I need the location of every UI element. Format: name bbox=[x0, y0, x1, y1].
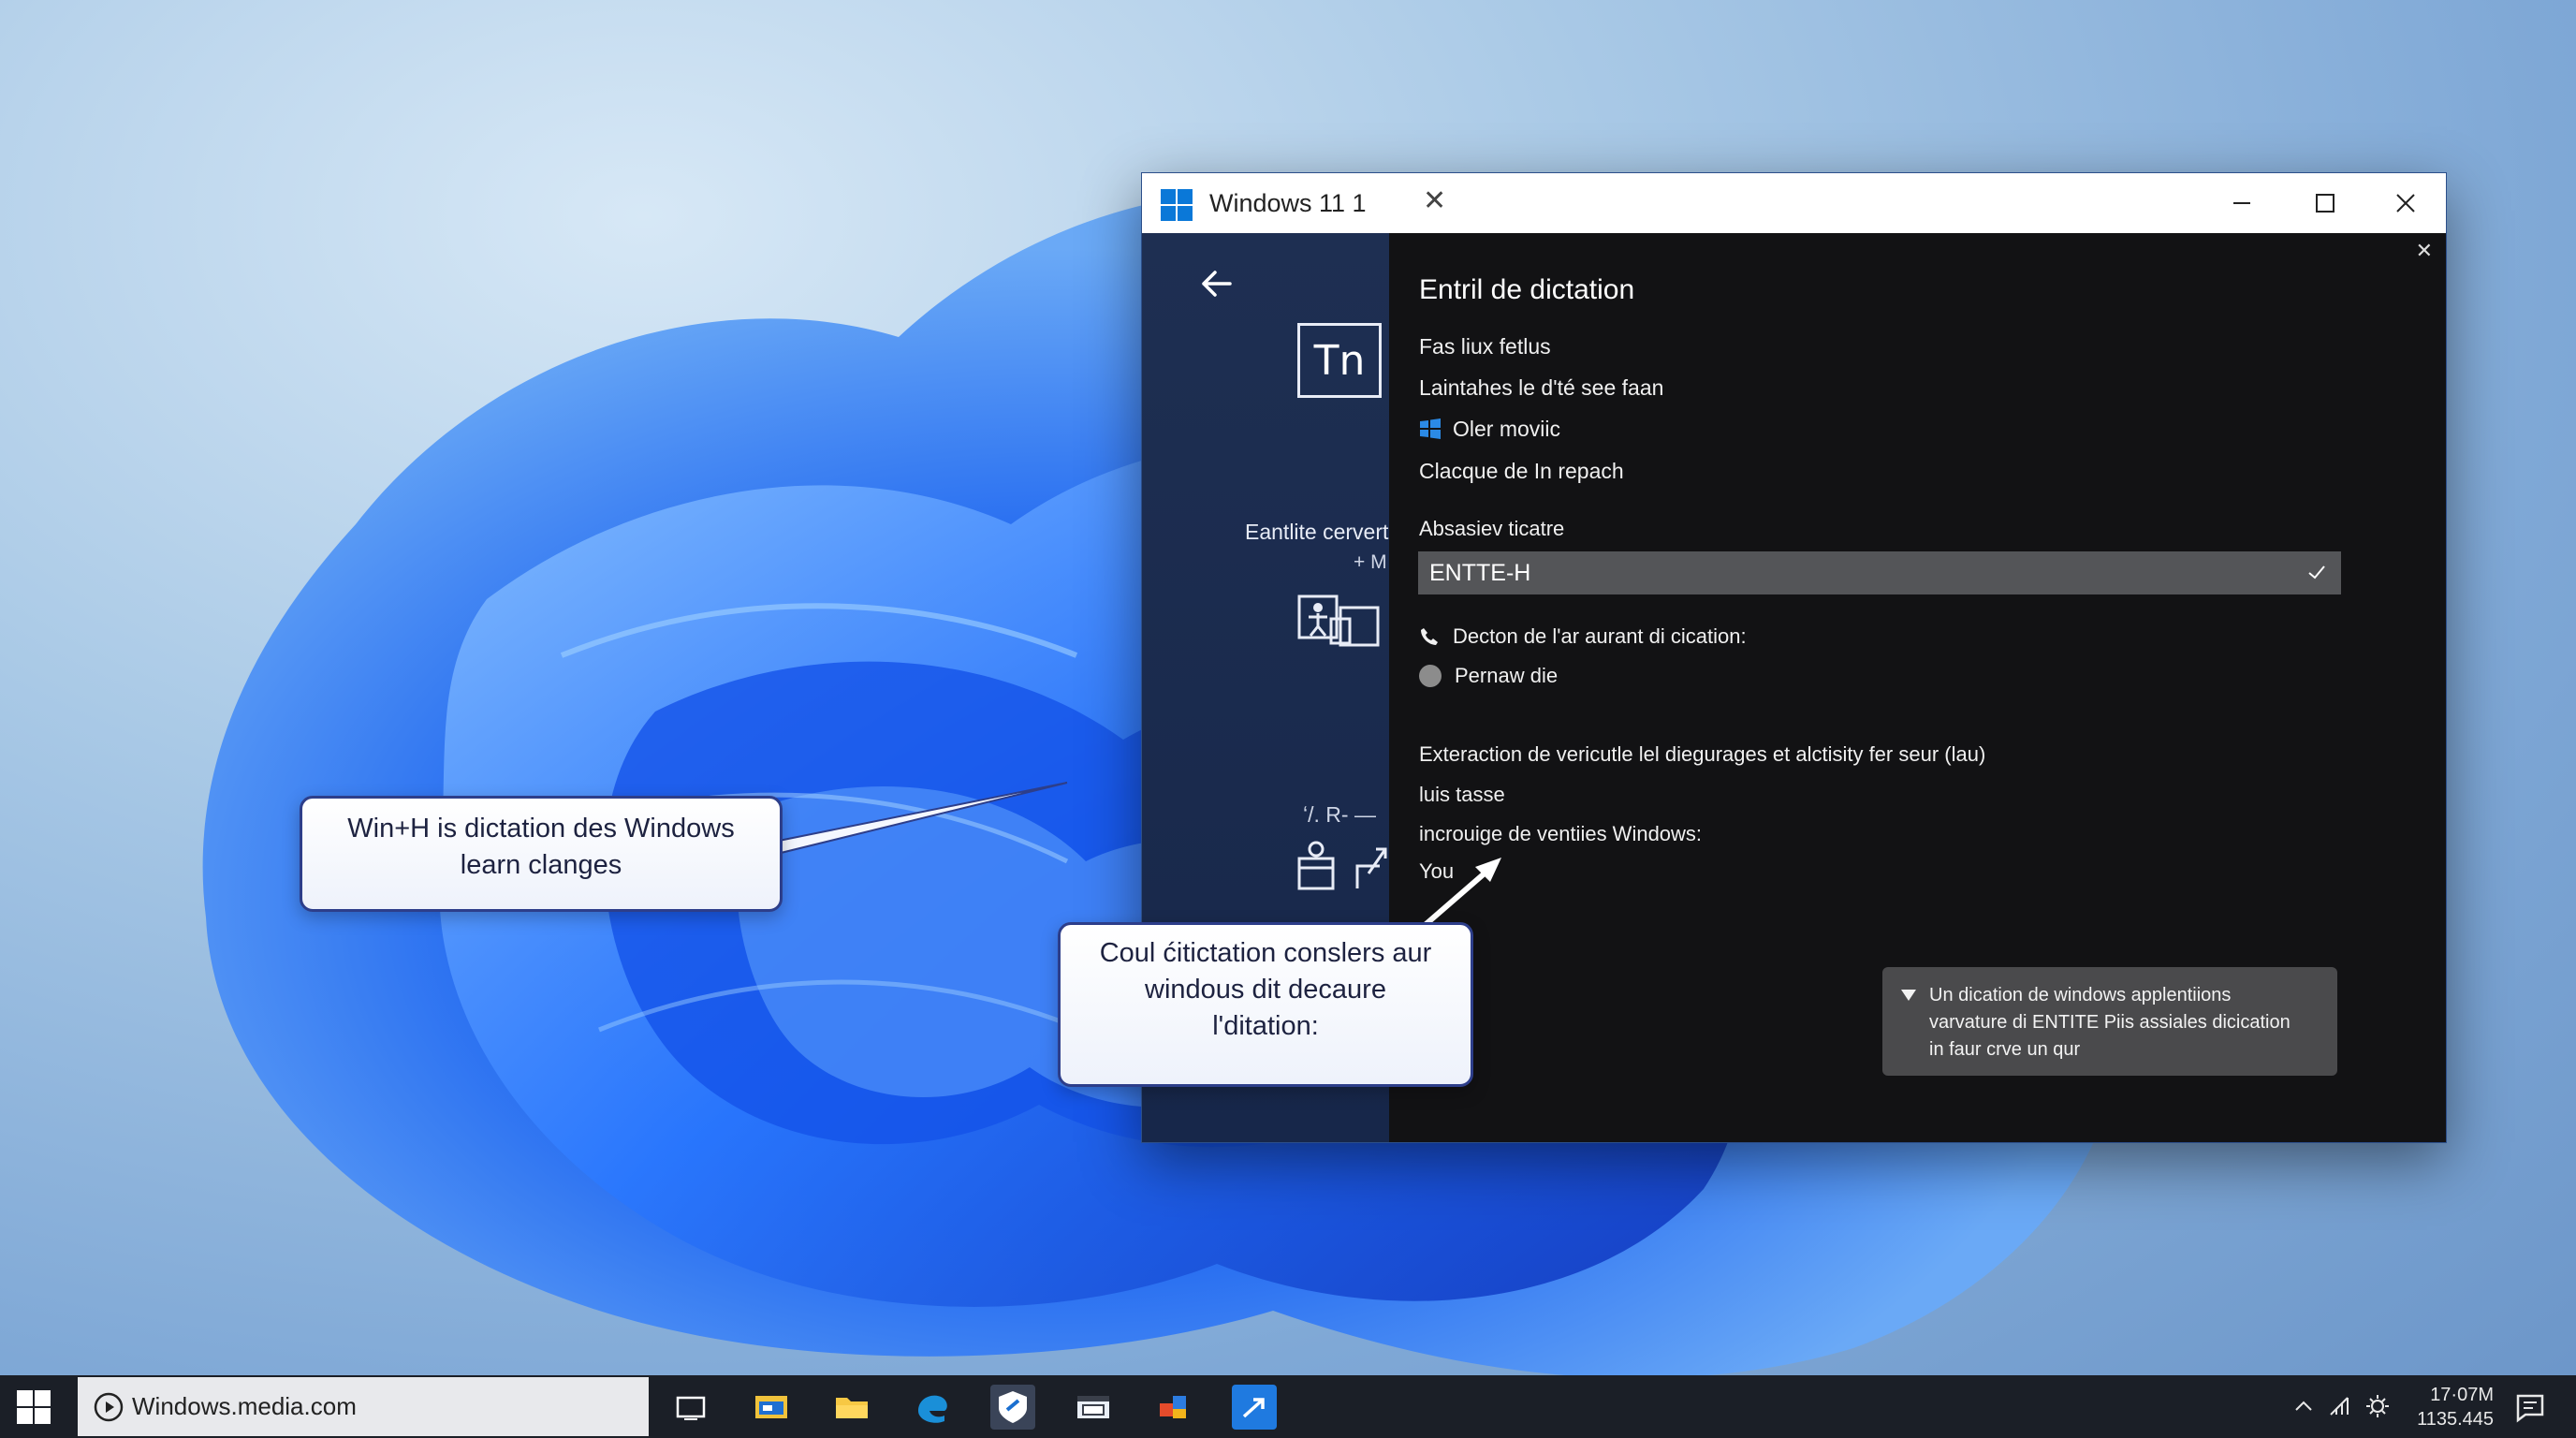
phone-option-label: Decton de l'ar aurant di cication: bbox=[1453, 624, 1747, 648]
info-line-1: Un dication de windows applentiions bbox=[1929, 985, 2232, 1005]
tools-app-button[interactable] bbox=[1151, 1385, 1196, 1430]
checkmark-icon bbox=[2308, 565, 2325, 580]
clock-time: 17·07M bbox=[2430, 1385, 2494, 1405]
system-tray bbox=[2293, 1392, 2391, 1420]
info-line-3: in faur crve un qur bbox=[1929, 1039, 2081, 1060]
maximize-button[interactable] bbox=[2297, 181, 2353, 226]
settings-gear-icon[interactable] bbox=[2364, 1392, 2391, 1420]
shield-app-icon bbox=[999, 1391, 1027, 1423]
callout-dictation: Coul ćitictation conslers aur windous di… bbox=[1058, 922, 1473, 1087]
accessibility-icon[interactable] bbox=[1297, 589, 1383, 654]
phone-icon bbox=[1421, 628, 1438, 645]
callout-win-h: Win+H is dictation des Windows learn cla… bbox=[300, 796, 783, 912]
radio-button[interactable] bbox=[1419, 665, 1442, 687]
device-icons[interactable] bbox=[1295, 840, 1389, 892]
file-explorer-button[interactable] bbox=[829, 1385, 874, 1430]
radio-option-label: Pernaw die bbox=[1455, 664, 1559, 687]
app-tile-icon[interactable]: Tn bbox=[1297, 323, 1382, 398]
clock-date: 1135.445 bbox=[2417, 1409, 2494, 1430]
back-arrow-icon[interactable] bbox=[1198, 267, 1236, 301]
close-icon bbox=[2396, 194, 2415, 213]
taskbar-clock[interactable]: 17·07M 1135.445 bbox=[2396, 1383, 2494, 1431]
callout-dictation-line-3: l'ditation: bbox=[1212, 1011, 1319, 1041]
windows-flag-icon bbox=[1420, 418, 1441, 439]
media-app-button[interactable] bbox=[1071, 1385, 1116, 1430]
network-icon[interactable] bbox=[2327, 1392, 2351, 1420]
shortcut-dropdown-value: ENTTE-H bbox=[1429, 559, 1531, 586]
store-app-button[interactable] bbox=[990, 1385, 1035, 1430]
settings-pane: ✕ Entril de dictation Fas liux fetlus La… bbox=[1389, 233, 2446, 1142]
maximize-icon bbox=[2316, 194, 2334, 213]
extraction-text: Exteraction de vericutle lel diegurages … bbox=[1419, 742, 1986, 766]
browser-icon bbox=[918, 1395, 947, 1423]
info-line-2: varvature di ENTITE Piis assiales dicica… bbox=[1929, 1012, 2291, 1033]
option-item-3[interactable]: Oler moviic bbox=[1419, 417, 1560, 442]
callout-win-h-line-2: learn clanges bbox=[460, 850, 622, 880]
nav-shortcut-label: ʻ/. R- — bbox=[1303, 802, 1376, 827]
notification-center-icon[interactable] bbox=[2512, 1390, 2548, 1426]
shortcut-dropdown[interactable]: ENTTE-H bbox=[1418, 551, 2341, 594]
taskbar: Windows.media.com 17·07M 1135.445 bbox=[0, 1375, 2576, 1438]
folder-window-icon bbox=[755, 1396, 787, 1418]
windows-logo-icon bbox=[1161, 189, 1193, 221]
window-app-icon bbox=[1077, 1396, 1109, 1418]
option-item-2[interactable]: Laintahes le d'té see faan bbox=[1419, 375, 1663, 401]
explorer-taskbar-button[interactable] bbox=[749, 1385, 794, 1430]
taskbar-search[interactable]: Windows.media.com bbox=[78, 1377, 649, 1436]
task-view-button[interactable] bbox=[668, 1385, 713, 1430]
edge-browser-button[interactable] bbox=[910, 1385, 955, 1430]
combo-label: Absasiev ticatre bbox=[1419, 517, 1565, 540]
option-item-3-label: Oler moviic bbox=[1453, 417, 1561, 441]
window-title: Windows 11 1 bbox=[1209, 189, 1367, 217]
tools-icon bbox=[1160, 1396, 1186, 1418]
tab-close-button[interactable]: ✕ bbox=[1423, 184, 1446, 217]
arrow-app-icon bbox=[1242, 1398, 1265, 1418]
start-button[interactable] bbox=[17, 1390, 51, 1424]
windows-setting-text: incrouige de ventiies Windows: bbox=[1419, 822, 1703, 845]
phone-option[interactable]: Decton de l'ar aurant di cication: bbox=[1419, 624, 1747, 649]
minimize-button[interactable] bbox=[2214, 181, 2270, 226]
radio-option[interactable]: Pernaw die bbox=[1419, 664, 1558, 688]
dictation-app-button[interactable] bbox=[1232, 1385, 1277, 1430]
callout-dictation-line-1: Coul ćitictation conslers aur bbox=[1099, 938, 1432, 968]
option-item-1[interactable]: Fas liux fetlus bbox=[1419, 334, 1551, 360]
pane-close-button[interactable]: ✕ bbox=[2416, 239, 2433, 263]
chevron-up-icon[interactable] bbox=[2293, 1392, 2314, 1420]
expand-triangle-icon[interactable] bbox=[1901, 990, 1916, 1001]
task-view-icon bbox=[676, 1396, 706, 1420]
taskbar-search-text: Windows.media.com bbox=[132, 1392, 357, 1420]
nav-plus-label: + M bbox=[1354, 551, 1387, 573]
tasse-text: luis tasse bbox=[1419, 783, 1505, 806]
play-circle-icon bbox=[94, 1392, 124, 1421]
minimize-icon bbox=[2233, 202, 2250, 204]
folder-icon bbox=[836, 1398, 868, 1418]
title-bar[interactable]: Windows 11 1 ✕ bbox=[1142, 173, 2446, 233]
page-title: Entril de dictation bbox=[1419, 274, 1635, 305]
option-item-4[interactable]: Clacque de In repach bbox=[1419, 459, 1624, 484]
close-button[interactable] bbox=[2378, 181, 2434, 226]
you-text: You bbox=[1419, 859, 1455, 883]
callout-dictation-line-2: windous dit decaure bbox=[1145, 975, 1386, 1005]
callout-win-h-line-1: Win+H is dictation des Windows bbox=[347, 814, 735, 844]
info-tooltip: Un dication de windows applentiions varv… bbox=[1882, 967, 2337, 1076]
nav-label[interactable]: Eantlite cervert bbox=[1245, 520, 1388, 545]
